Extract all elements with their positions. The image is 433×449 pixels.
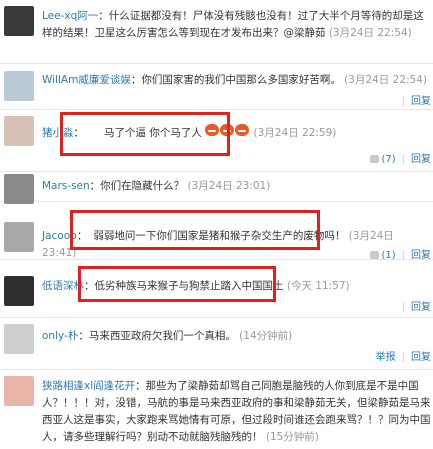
thumbs-up-icon — [370, 251, 380, 259]
avatar[interactable] — [4, 71, 34, 101]
comment-actions: | 回复 — [401, 302, 431, 313]
comment-text: 马来西亚政府欠我们一个真相。 — [88, 330, 236, 342]
comment-row: Mars-sen：你们在隐藏什么？ (3月24日 23:01) — [0, 172, 433, 204]
comment-row: Jacoob： 弱弱地问一下你们国家是猪和猴子杂交生产的废物吗！ (3月24日 2… — [0, 202, 433, 261]
avatar[interactable] — [4, 324, 34, 354]
reply-link[interactable]: 回复 — [411, 352, 431, 363]
comment-time: (14分钟前) — [239, 330, 293, 342]
thumbs-up-icon — [370, 155, 380, 163]
avatar[interactable] — [4, 6, 34, 36]
comment-time: (3月24日 22:59) — [253, 127, 337, 139]
report-link[interactable]: 举报 — [376, 352, 396, 363]
comment-row: 低语深林：低劣种族马来猴子与狗禁止踏入中国国土 (今天 11:57) | 回复 — [0, 260, 433, 318]
comment-user[interactable]: only-朴 — [42, 330, 78, 342]
highlight-box — [78, 266, 276, 302]
comment-actions: 举报 | 回复 — [375, 352, 431, 363]
like-button[interactable]: (7) — [370, 154, 396, 165]
comment-time: (3月24日 23:01) — [187, 180, 271, 192]
avatar[interactable] — [4, 276, 34, 306]
comment-actions: | 回复 — [401, 96, 431, 107]
comment-text: 你们国家害的我们中国那么多国家好苦啊。 — [141, 74, 341, 86]
reply-link[interactable]: 回复 — [411, 154, 431, 165]
avatar[interactable] — [4, 376, 34, 406]
comment-text: 你们在隐藏什么？ — [100, 180, 185, 192]
avatar[interactable] — [4, 174, 34, 204]
comment-user[interactable]: 狭路相逢xl阎逢花开 — [42, 380, 135, 392]
highlight-box — [70, 210, 320, 250]
comment-time: (15分钟前) — [265, 431, 319, 443]
comment-row: Lee-xq阿一：什么证据都没有！尸体没有残骸也没有！过了大半个月等待的却是这样… — [0, 0, 433, 64]
comment-row: 猪小淼： 马了个逼 你个马了人 (3月24日 22:59) (7) | 回复 — [0, 110, 433, 172]
comment-time: (今天 11:57) — [286, 280, 350, 292]
reply-link[interactable]: 回复 — [411, 302, 431, 313]
comment-row: WillAm威廉爱谈娱：你们国家害的我们中国那么多国家好苦啊。 (3月24日 2… — [0, 64, 433, 110]
avatar[interactable] — [4, 222, 34, 252]
comment-actions: (1) | 回复 — [370, 246, 431, 261]
reply-link[interactable]: 回复 — [411, 96, 431, 107]
avatar[interactable] — [4, 116, 34, 146]
highlight-box — [60, 112, 230, 156]
comment-user[interactable]: Mars-sen — [42, 180, 90, 192]
comment-actions: (7) | 回复 — [370, 150, 431, 165]
comment-row: 狭路相逢xl阎逢花开：那些为了梁静茹却骂自己同胞是脑残的人你到底是不是中国人？！… — [0, 370, 433, 449]
comment-user[interactable]: WillAm威廉爱谈娱 — [42, 74, 131, 86]
comment-user[interactable]: Lee-xq阿一 — [42, 10, 98, 22]
comment-time: (3月24日 22:54) — [328, 27, 412, 39]
comment-time: (3月24日 22:54) — [344, 74, 428, 86]
comment-row: only-朴：马来西亚政府欠我们一个真相。 (14分钟前) 举报 | 回复 — [0, 318, 433, 370]
